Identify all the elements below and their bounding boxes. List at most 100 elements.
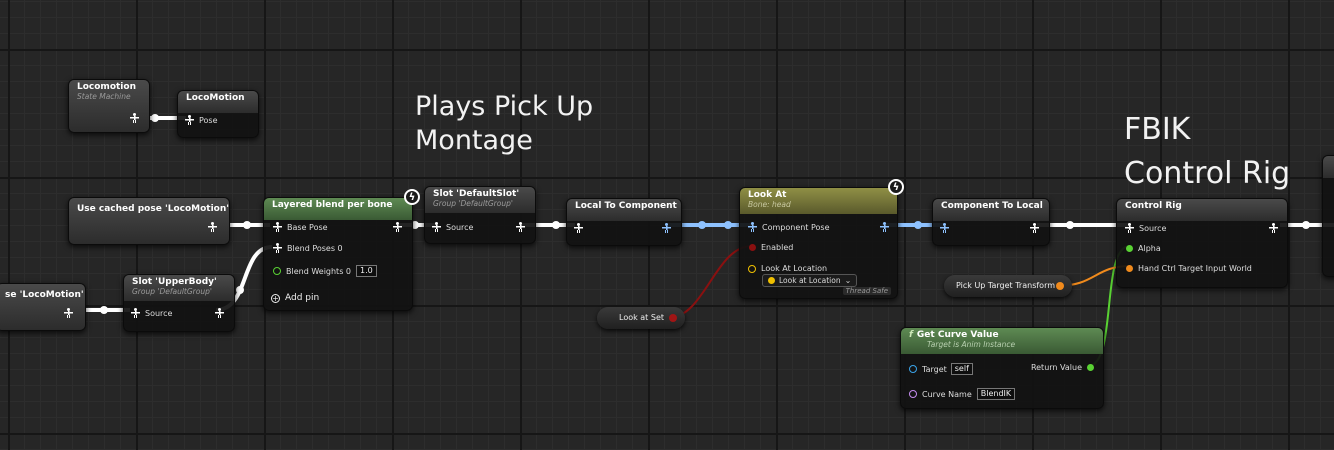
node-use-cached-pose[interactable]: Use cached pose 'LocoMotion': [68, 197, 230, 245]
node-control-rig[interactable]: Control Rig Source Alpha Hand Ctrl Targe…: [1116, 198, 1288, 288]
input-component-pose-pin[interactable]: Component Pose: [748, 222, 830, 232]
node-pickup-target-transform[interactable]: Pick Up Target Transform: [944, 275, 1072, 297]
person-pose-icon: [131, 308, 140, 318]
node-get-curve-value[interactable]: f Get Curve Value Target is Anim Instance…: [900, 327, 1104, 409]
pin-label: Look At Location: [761, 264, 828, 273]
node-title: Control Rig: [1125, 201, 1182, 211]
node-title: LocoMotion: [186, 93, 245, 103]
person-pose-icon: [940, 223, 949, 233]
add-pin-icon: +: [271, 293, 280, 303]
input-curve-name-pin[interactable]: Curve Name BlendIK: [909, 388, 1016, 400]
add-pin-button[interactable]: + Add pin: [271, 293, 319, 303]
node-title: Pick Up Target Transform: [956, 281, 1056, 290]
comment-fbik: FBIK Control Rig: [1124, 108, 1290, 196]
output-pose-pin[interactable]: [1269, 223, 1278, 233]
input-alpha-pin[interactable]: Alpha: [1126, 244, 1161, 253]
pin-label: Pose: [199, 115, 218, 125]
input-component-pose-pin[interactable]: [940, 223, 949, 233]
person-pose-icon: [273, 243, 282, 253]
node-locomotion-cache[interactable]: LocoMotion Pose: [177, 90, 259, 138]
input-base-pose-pin[interactable]: Base Pose: [273, 222, 328, 232]
node-offscreen[interactable]: [1322, 155, 1334, 277]
person-pose-icon: [64, 308, 73, 318]
node-component-to-local[interactable]: Component To Local: [932, 198, 1050, 246]
person-pose-icon: [432, 222, 441, 232]
output-pose-pin[interactable]: [1030, 223, 1039, 233]
output-component-pose-pin[interactable]: [662, 223, 671, 233]
transform-output-pin[interactable]: [1056, 282, 1064, 290]
input-blend-poses-pin[interactable]: Blend Poses 0: [273, 243, 343, 253]
function-icon: f: [909, 330, 913, 340]
comment-line: Montage: [415, 125, 533, 156]
node-title: Slot 'DefaultSlot': [433, 189, 520, 199]
curve-name-field[interactable]: BlendIK: [976, 388, 1016, 400]
input-enabled-pin[interactable]: Enabled: [749, 243, 793, 252]
node-look-at[interactable]: Look At Bone: head Component Pose Enable…: [739, 179, 904, 299]
person-pose-icon: [662, 223, 671, 233]
input-look-at-location-pin[interactable]: Look At Location: [748, 264, 827, 273]
float-pin-icon: [1087, 364, 1094, 371]
input-pose-pin[interactable]: [574, 223, 583, 233]
output-pose-pin[interactable]: [64, 308, 73, 318]
input-pose-pin[interactable]: Pose: [185, 115, 218, 125]
add-pin-label: Add pin: [285, 293, 320, 303]
output-pose-pin[interactable]: [215, 308, 224, 318]
pin-label: Curve Name: [922, 389, 972, 399]
input-blend-weights-pin[interactable]: Blend Weights 0 1.0: [273, 265, 377, 277]
node-title: Locomotion: [77, 82, 136, 92]
blend-weight-value[interactable]: 1.0: [356, 265, 377, 277]
node-locomotion-state-machine[interactable]: Locomotion State Machine: [68, 79, 150, 133]
node-look-at-set[interactable]: Look at Set: [597, 307, 685, 329]
fast-path-bolt-icon: ϟ: [404, 189, 420, 205]
node-title: Use cached pose 'LocoMotion': [77, 204, 230, 214]
vector-pin-icon: [768, 277, 775, 284]
pin-label: Base Pose: [287, 222, 328, 232]
node-slot-upperbody[interactable]: Slot 'UpperBody' Group 'DefaultGroup' So…: [123, 274, 235, 332]
output-return-value-pin[interactable]: Return Value: [1031, 363, 1094, 372]
node-slot-defaultslot[interactable]: Slot 'DefaultSlot' Group 'DefaultGroup' …: [424, 186, 536, 244]
node-title: Local To Component: [575, 201, 677, 211]
person-pose-icon: [130, 113, 139, 123]
thread-safe-badge: Thread Safe: [842, 287, 891, 295]
person-pose-icon: [215, 308, 224, 318]
float-pin-icon: [273, 267, 281, 275]
input-hand-ctrl-pin[interactable]: Hand Ctrl Target Input World: [1126, 264, 1252, 273]
person-pose-icon: [1269, 223, 1278, 233]
person-pose-icon: [273, 222, 282, 232]
pin-label: Return Value: [1030, 363, 1082, 372]
pin-label: Source: [446, 222, 474, 232]
pin-label: Source: [1139, 223, 1167, 233]
input-target-pin[interactable]: Target self: [909, 363, 973, 375]
float-pin-icon: [1126, 245, 1133, 252]
node-use-cached-pose-2[interactable]: se 'LocoMotion': [0, 283, 86, 331]
look-at-location-dropdown[interactable]: Look at Location ⌄: [762, 274, 858, 287]
output-pose-pin[interactable]: [516, 222, 525, 232]
person-pose-icon: [516, 222, 525, 232]
bool-output-pin[interactable]: [669, 314, 677, 322]
output-component-pose-pin[interactable]: [880, 222, 889, 232]
node-title: Layered blend per bone: [272, 200, 393, 210]
node-subtitle: State Machine: [77, 92, 131, 101]
name-pin-icon: [909, 390, 917, 398]
node-local-to-component[interactable]: Local To Component: [566, 198, 682, 246]
output-pose-pin[interactable]: [130, 113, 139, 123]
output-pose-pin[interactable]: [208, 222, 217, 232]
pin-label: Enabled: [761, 243, 794, 252]
input-source-pin[interactable]: Source: [131, 308, 172, 318]
dropdown-label: Look at Location: [779, 276, 841, 285]
node-title: Get Curve Value: [916, 330, 999, 340]
input-source-pin[interactable]: Source: [1125, 223, 1166, 233]
target-value-field[interactable]: self: [950, 363, 973, 375]
comment-plays-pickup: Plays Pick Up Montage: [415, 90, 593, 158]
node-title: Look At: [748, 190, 787, 200]
pin-label: Alpha: [1138, 244, 1161, 253]
pin-label: Source: [145, 308, 173, 318]
output-pose-pin[interactable]: [393, 222, 402, 232]
node-title: Look at Set: [619, 313, 664, 322]
node-subtitle: Target is Anim Instance: [927, 340, 1016, 349]
input-source-pin[interactable]: Source: [432, 222, 473, 232]
person-pose-icon: [1030, 223, 1039, 233]
node-subtitle: Bone: head: [748, 200, 791, 209]
vector-pin-icon: [748, 264, 756, 273]
node-layered-blend-per-bone[interactable]: Layered blend per bone Base Pose Blend P…: [263, 189, 420, 311]
